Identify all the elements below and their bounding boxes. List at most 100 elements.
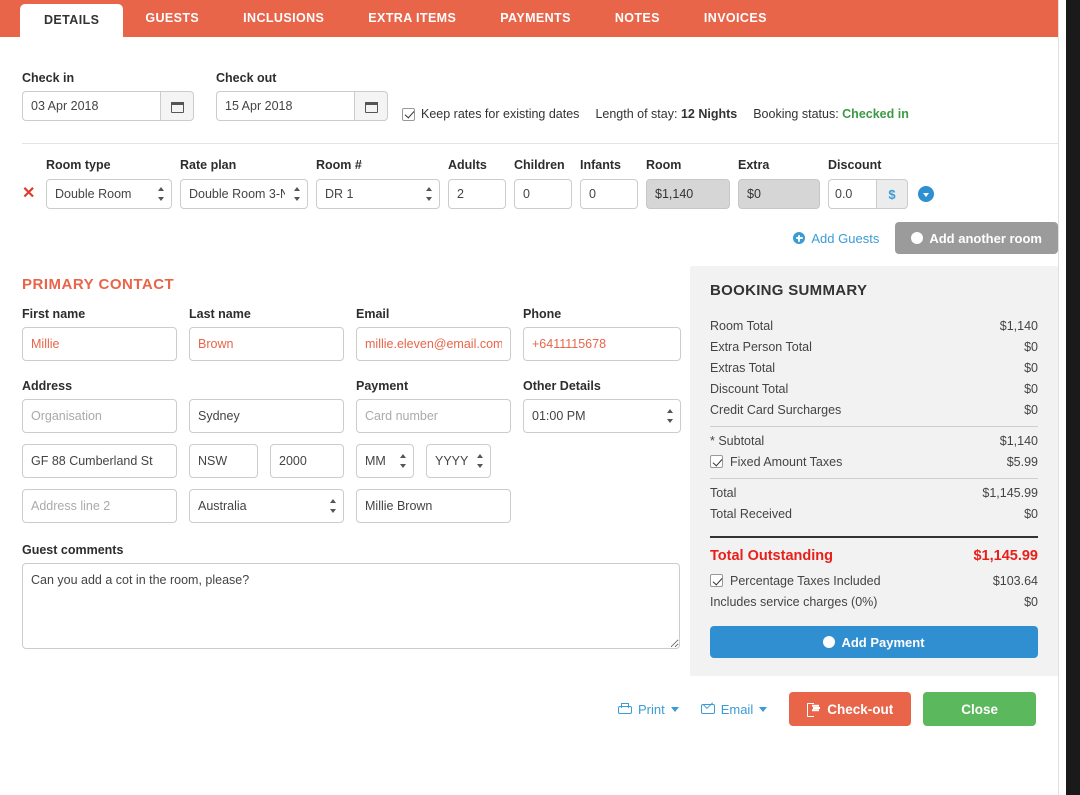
check-out-calendar-button[interactable] [354,91,388,121]
total-received-label: Total Received [710,506,792,521]
last-name-group: Last name [189,307,344,361]
check-in-calendar-button[interactable] [160,91,194,121]
subtotal-label: * Subtotal [710,433,765,448]
children-input[interactable] [514,179,572,209]
summary-row-extra-person-total: Extra Person Total $0 [710,336,1038,357]
plus-circle-icon [911,232,924,244]
booking-status-value: Checked in [842,107,909,121]
total-label: Total [710,485,737,500]
print-button[interactable]: Print [617,702,679,717]
guest-comments-label: Guest comments [22,543,124,557]
card-holder-name-input[interactable] [356,489,511,523]
street-address-input[interactable] [22,444,177,478]
chevron-down-icon [759,706,768,712]
address-line-2-input[interactable] [22,489,177,523]
summary-value: $0 [1024,339,1038,354]
first-name-group: First name [22,307,177,361]
email-label: Email [356,307,390,321]
summary-label: Discount Total [710,381,789,396]
expiry-year-select[interactable]: YYYY [426,444,491,478]
add-another-room-button[interactable]: Add another room [895,222,1058,254]
room-number-select[interactable]: DR 1 [316,179,440,209]
close-button[interactable]: Close [923,692,1036,726]
primary-contact-row: First name Last name Email Phone [22,307,681,361]
window-edge-gap [1058,0,1066,795]
country-select[interactable]: Australia [189,489,344,523]
email-group: Email [356,307,511,361]
summary-label: Extra Person Total [710,339,812,354]
summary-row-total: Total $1,145.99 [710,482,1038,503]
room-type-select[interactable]: Double Room [46,179,172,209]
percentage-taxes-value: $103.64 [992,573,1038,588]
tab-invoices[interactable]: INVOICES [682,0,789,37]
exit-icon [807,703,821,717]
arrival-time-select[interactable]: 01:00 PM [523,399,681,433]
envelope-icon [700,704,715,714]
tab-payments[interactable]: PAYMENTS [478,0,593,37]
primary-contact-title: PRIMARY CONTACT [22,276,175,293]
tab-details[interactable]: DETAILS [20,4,124,37]
check-out-input[interactable] [216,91,354,121]
add-payment-button[interactable]: Add Payment [710,626,1038,658]
email-button[interactable]: Email [700,701,768,717]
email-label: Email [720,701,754,717]
rate-plan-select[interactable]: Double Room 3-N [180,179,308,209]
room-expand-chevron-down-icon[interactable] [918,186,934,202]
length-of-stay-value: 12 Nights [680,107,738,121]
summary-value: $0 [1024,381,1038,396]
summary-divider [710,426,1038,427]
last-name-input[interactable] [189,327,344,361]
total-value: $1,145.99 [982,485,1038,500]
room-price-input[interactable] [646,179,730,209]
add-guests-button[interactable]: Add Guests [793,231,879,246]
percentage-taxes-label: Percentage Taxes Included [730,573,881,588]
discount-input[interactable] [828,179,876,209]
keep-rates-checkbox[interactable] [402,107,415,121]
add-another-room-label: Add another room [929,230,1042,246]
payment-label: Payment [356,379,409,393]
phone-group: Phone [523,307,681,361]
address-row-1: 01:00 PM [22,399,681,433]
organisation-input[interactable] [22,399,177,433]
add-payment-label: Add Payment [841,634,925,650]
check-in-input[interactable] [22,91,160,121]
postcode-input[interactable] [270,444,344,478]
summary-value: $0 [1024,402,1038,417]
remove-room-button[interactable]: ✕ [22,179,44,209]
percentage-taxes-checkbox[interactable] [710,574,723,587]
extra-price-group: Extra [738,158,820,209]
email-input[interactable] [356,327,511,361]
card-number-input[interactable] [356,399,511,433]
tab-guests[interactable]: GUESTS [123,0,221,37]
phone-input[interactable] [523,327,681,361]
check-out-button[interactable]: Check-out [789,692,912,726]
keep-rates-group[interactable]: Keep rates for existing dates [402,107,579,121]
city-input[interactable] [189,399,344,433]
discount-unit-toggle[interactable]: $ [876,179,908,209]
tab-extra-items[interactable]: EXTRA ITEMS [346,0,478,37]
calendar-icon [170,100,184,113]
booking-status: Booking status: Checked in [753,107,909,121]
infants-input[interactable] [580,179,638,209]
summary-row-fixed-taxes: Fixed Amount Taxes $5.99 [710,451,1038,472]
tab-notes[interactable]: NOTES [593,0,682,37]
fixed-amount-taxes-value: $5.99 [1006,454,1038,469]
guest-comments-textarea[interactable]: Can you add a cot in the room, please? [22,563,680,649]
check-in-label: Check in [22,71,75,85]
fixed-amount-taxes-checkbox[interactable] [710,455,723,468]
first-name-input[interactable] [22,327,177,361]
stay-dates-row: Check in Check out Keep rates for existi… [22,37,1058,121]
tab-notes-label: NOTES [614,11,660,25]
summary-row-total-outstanding: Total Outstanding $1,145.99 [710,544,1038,570]
adults-input[interactable] [448,179,506,209]
room-row: ✕ Room type Double Room Rate plan Double… [22,158,1058,209]
booking-status-label: Booking status: [753,107,839,121]
state-input[interactable] [189,444,258,478]
expiry-month-select[interactable]: MM [356,444,414,478]
tab-payments-label: PAYMENTS [500,11,571,25]
tab-inclusions[interactable]: INCLUSIONS [221,0,346,37]
infants-label: Infants [580,158,621,172]
extra-price-input[interactable] [738,179,820,209]
service-charges-value: $0 [1024,594,1038,609]
extra-price-label: Extra [738,158,770,172]
